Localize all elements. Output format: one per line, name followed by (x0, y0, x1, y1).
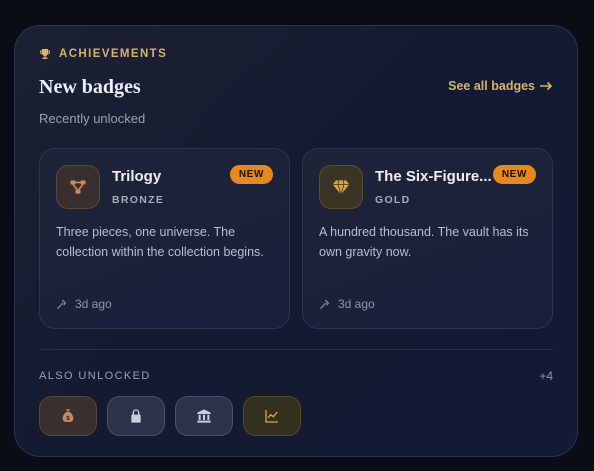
magic-wand-icon (56, 299, 67, 309)
trophy-icon (40, 49, 50, 59)
new-badge-pill: NEW (492, 165, 536, 184)
see-all-badges-link[interactable]: See all badges (448, 79, 553, 93)
time-label: 3d ago (338, 297, 375, 311)
badge-unlock-time: 3d ago (56, 297, 112, 311)
gem-icon (332, 180, 350, 196)
see-all-label: See all badges (448, 79, 535, 93)
chip-bank[interactable] (175, 396, 233, 436)
badge-card-six-figure-vault[interactable]: The Six-Figure... GOLD NEW A hundred tho… (302, 148, 553, 329)
also-unlocked-label: ALSO UNLOCKED (39, 370, 151, 382)
new-badge-pill: NEW (229, 165, 273, 184)
lock-icon (131, 409, 141, 423)
bank-icon (197, 409, 211, 423)
also-unlocked-chips: $ (39, 396, 301, 436)
badge-card-trilogy[interactable]: Trilogy BRONZE NEW Three pieces, one uni… (39, 148, 290, 329)
share-nodes-icon (70, 180, 86, 194)
section-divider (39, 349, 553, 350)
badge-description: Three pieces, one universe. The collecti… (56, 225, 264, 259)
money-bag-icon: $ (62, 409, 74, 422)
time-label: 3d ago (75, 297, 112, 311)
arrow-right-icon (540, 81, 553, 91)
eyebrow-label: ACHIEVEMENTS (59, 48, 168, 60)
magic-wand-icon (319, 299, 330, 309)
chip-chart-line[interactable] (243, 396, 301, 436)
svg-text:$: $ (66, 415, 70, 422)
badge-tier: GOLD (375, 194, 411, 206)
chip-lock[interactable] (107, 396, 165, 436)
badge-name: The Six-Figure... (375, 168, 492, 185)
page-subtitle: Recently unlocked (39, 111, 146, 126)
badge-tier: BRONZE (112, 194, 165, 206)
page-title: New badges (39, 76, 141, 98)
chip-money-bag[interactable]: $ (39, 396, 97, 436)
badge-unlock-time: 3d ago (319, 297, 375, 311)
achievements-panel: ACHIEVEMENTS New badges Recently unlocke… (14, 25, 578, 457)
section-eyebrow: ACHIEVEMENTS (39, 48, 167, 60)
chart-line-icon (265, 410, 278, 423)
badge-description: A hundred thousand. The vault has its ow… (319, 225, 529, 259)
badge-icon-container (319, 165, 363, 209)
also-unlocked-count: +4 (539, 369, 553, 383)
badge-icon-container (56, 165, 100, 209)
badge-name: Trilogy (112, 168, 162, 185)
